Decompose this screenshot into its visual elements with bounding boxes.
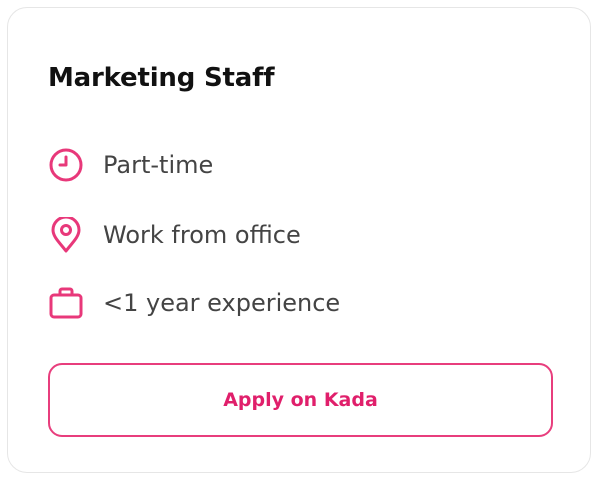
location-pin-icon	[48, 217, 84, 253]
detail-employment-type: Part-time	[48, 147, 213, 183]
job-card: Marketing Staff Part-time Work from offi…	[7, 7, 591, 473]
detail-experience: <1 year experience	[48, 285, 340, 321]
apply-button[interactable]: Apply on Kada	[48, 363, 553, 437]
employment-type-label: Part-time	[103, 151, 214, 179]
work-location-label: Work from office	[103, 221, 301, 249]
clock-icon	[48, 147, 84, 183]
detail-work-location: Work from office	[48, 217, 301, 253]
briefcase-icon	[48, 285, 84, 321]
experience-label: <1 year experience	[103, 289, 341, 317]
job-title: Marketing Staff	[48, 63, 275, 93]
